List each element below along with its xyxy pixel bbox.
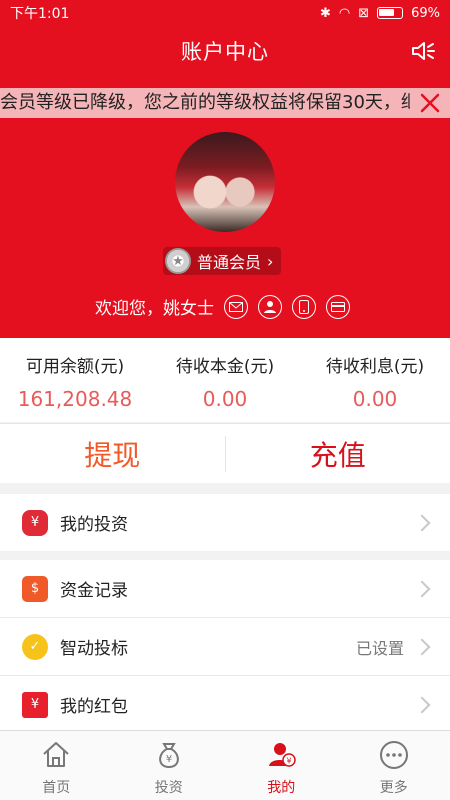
- available-balance[interactable]: 可用余额(元) 161,208.48: [0, 338, 150, 422]
- money-bag-icon: ¥: [158, 743, 179, 769]
- chevron-right-icon: [413, 638, 431, 655]
- balance-label: 待收本金(元): [175, 357, 275, 377]
- chevron-right-icon: [413, 514, 431, 531]
- tab-label: 投资: [154, 780, 183, 796]
- tab-label: 首页: [42, 780, 71, 796]
- tab-mine[interactable]: ¥ 我的: [225, 731, 338, 800]
- more-icon: [379, 741, 408, 769]
- pending-principal[interactable]: 待收本金(元) 0.00: [150, 338, 300, 422]
- recharge-button[interactable]: 充值: [226, 434, 450, 474]
- welcome-row: 欢迎您，姚女士: [95, 294, 350, 319]
- menu-item-auto-bid[interactable]: ✓ 智动投标 已设置: [0, 618, 450, 675]
- menu-item-label: 资金记录: [60, 581, 128, 601]
- menu-item-fund-records[interactable]: $ 资金记录: [0, 560, 450, 617]
- status-bar: 下午1:01 ✱ ◠ ⊠ 69%: [0, 0, 450, 26]
- withdraw-button[interactable]: 提现: [0, 434, 225, 474]
- tab-home[interactable]: 首页: [0, 731, 113, 800]
- home-icon: [43, 742, 69, 767]
- money-bag-icon: ¥: [22, 509, 48, 536]
- identity-icon[interactable]: [258, 294, 282, 319]
- balance-value: 0.00: [352, 387, 398, 411]
- menu-item-label: 智动投标: [60, 639, 128, 659]
- auto-bid-status: 已设置: [355, 638, 404, 658]
- status-icons: ✱ ◠ ⊠ 69%: [320, 6, 440, 21]
- member-level-button[interactable]: ★ 普通会员 ›: [163, 247, 282, 275]
- notice-text: 会员等级已降级，您之前的等级权益将保留30天，继续: [0, 92, 410, 113]
- balance-value: 0.00: [202, 387, 248, 411]
- pending-interest[interactable]: 待收利息(元) 0.00: [300, 338, 450, 422]
- avatar[interactable]: [175, 132, 275, 232]
- svg-text:¥: ¥: [166, 754, 172, 765]
- chevron-right-icon: [413, 580, 431, 597]
- member-level-label: 普通会员: [197, 253, 262, 272]
- member-badge-icon: ★: [165, 248, 191, 274]
- balance-summary: 可用余额(元) 161,208.48 待收本金(元) 0.00 待收利息(元) …: [0, 338, 450, 422]
- battery-percent: 69%: [411, 5, 440, 21]
- account-header: 账户中心 会员等级已降级，您之前的等级权益将保留30天，继续 ★ 普通会员 › …: [0, 26, 450, 338]
- chevron-right-icon: [413, 696, 431, 713]
- fund-record-icon: $: [22, 575, 48, 602]
- battery-icon: [377, 7, 404, 19]
- notice-banner[interactable]: 会员等级已降级，您之前的等级权益将保留30天，继续: [0, 88, 450, 118]
- bottom-tab-bar: 首页 ¥ 投资 ¥ 我的 更多: [0, 730, 450, 800]
- balance-label: 可用余额(元): [25, 357, 125, 377]
- red-packet-icon: ¥: [22, 691, 48, 718]
- menu-item-label: 我的红包: [60, 697, 128, 717]
- tab-label: 我的: [267, 780, 296, 796]
- page-title: 账户中心: [181, 40, 269, 64]
- sim-icon: ⊠: [358, 5, 370, 21]
- user-icon: ¥: [269, 743, 296, 767]
- menu-item-red-packet[interactable]: ¥ 我的红包: [0, 676, 450, 733]
- balance-value: 161,208.48: [17, 387, 133, 411]
- close-icon[interactable]: [418, 91, 442, 115]
- menu-item-label: 我的投资: [60, 515, 128, 535]
- tab-invest[interactable]: ¥ 投资: [113, 731, 226, 800]
- wifi-icon: ◠: [338, 5, 351, 21]
- status-time: 下午1:01: [10, 6, 70, 22]
- fund-actions: 提现 充值: [0, 423, 450, 483]
- balance-label: 待收利息(元): [325, 357, 425, 377]
- email-icon[interactable]: [224, 294, 248, 319]
- svg-text:¥: ¥: [287, 757, 292, 766]
- screen: 下午1:01 ✱ ◠ ⊠ 69% 账户中心 会员等级已降级，您之前的等级权益将保…: [0, 0, 450, 800]
- bluetooth-icon: ✱: [319, 5, 331, 21]
- bank-card-icon[interactable]: [326, 294, 350, 319]
- welcome-text: 欢迎您，姚女士: [95, 299, 214, 319]
- chevron-right-icon: ›: [267, 251, 274, 271]
- menu-item-my-investment[interactable]: ¥ 我的投资: [0, 494, 450, 551]
- speaker-icon[interactable]: [410, 38, 436, 64]
- auto-bid-icon: ✓: [22, 633, 48, 660]
- tab-label: 更多: [379, 780, 408, 796]
- phone-icon[interactable]: [292, 294, 316, 319]
- tab-more[interactable]: 更多: [338, 731, 450, 800]
